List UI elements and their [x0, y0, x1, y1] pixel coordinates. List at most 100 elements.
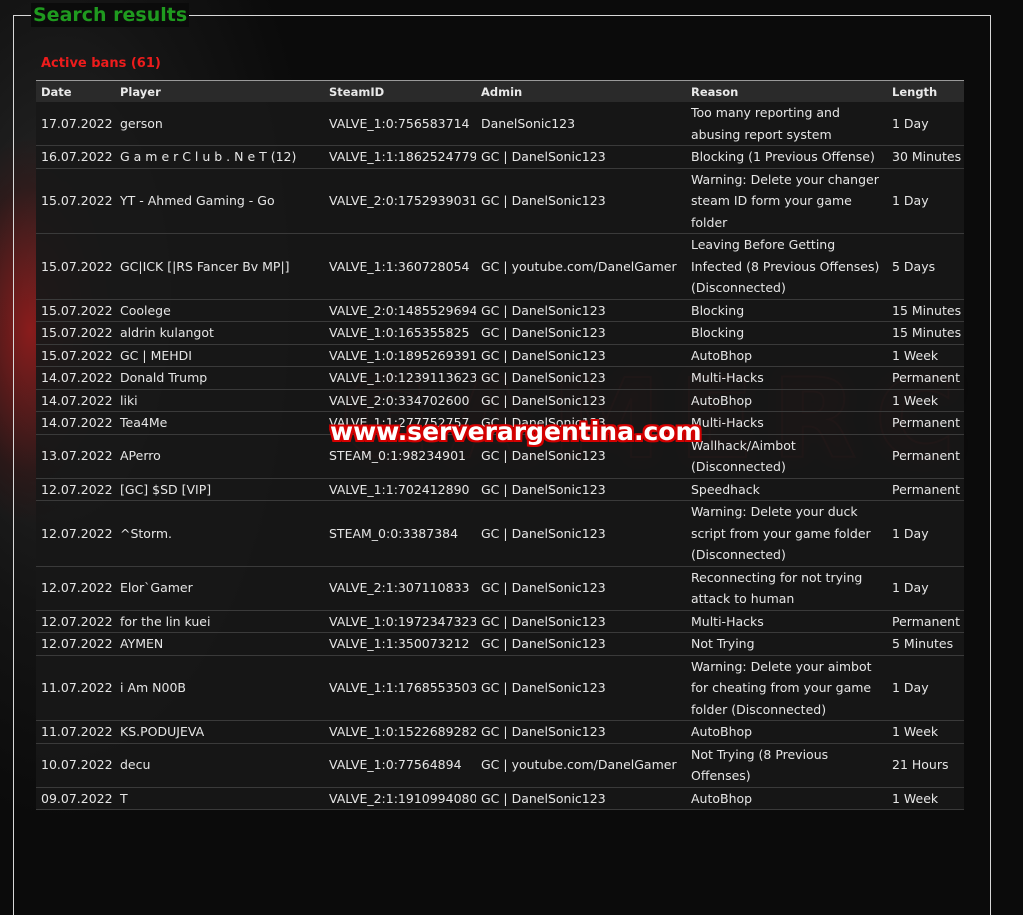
cell-date: 14.07.2022	[41, 370, 113, 385]
cell-steamid: VALVE_2:1:1910994080	[329, 790, 476, 806]
cell-steamid: STEAM_0:0:3387384	[329, 525, 459, 541]
cell-admin: GC | DanelSonic123	[481, 580, 606, 596]
cell-length: 1 Day	[892, 525, 929, 541]
table-row[interactable]: 12.07.2022 Elor`Gamer VALVE_2:1:307110833 G…	[36, 566, 964, 610]
table-row[interactable]: 17.07.2022 gerson VALVE_1:0:756583714 Danel…	[36, 102, 964, 146]
table-row[interactable]: 12.07.2022 for the lin kuei VALVE_1:0:1972…	[36, 610, 964, 633]
cell-date: 15.07.2022	[41, 347, 113, 363]
table-row[interactable]: 15.07.2022 Coolege VALVE_2:0:1485529694 GC …	[36, 299, 964, 322]
column-header-length[interactable]: Length	[887, 81, 964, 103]
cell-length: 5 Days	[892, 258, 936, 274]
cell-admin: GC | DanelSonic123	[481, 302, 606, 318]
cell-player: T	[120, 790, 128, 806]
cell-reason: Blocking	[691, 302, 745, 318]
cell-length: Permanent	[892, 448, 960, 464]
table-row[interactable]: 11.07.2022 i Am N00B VALVE_1:1:1768553503 G…	[36, 655, 964, 721]
cell-steamid: STEAM_0:1:98234901	[329, 448, 467, 464]
cell-steamid: VALVE_1:0:756583714	[329, 115, 470, 131]
cell-player: Elor`Gamer	[120, 580, 193, 596]
table-row[interactable]: 14.07.2022 Donald Trump VALVE_1:0:12391136…	[36, 366, 964, 389]
cell-reason: AutoBhop	[691, 790, 753, 806]
cell-player: gerson	[120, 115, 163, 131]
cell-length: 15 Minutes	[892, 325, 962, 340]
cell-length: 30 Minutes	[892, 149, 962, 164]
table-row[interactable]: 15.07.2022 GC|ICK [|RS Fancer Bv MP|] VALV…	[36, 233, 964, 299]
cell-reason: Blocking (1 Previous Offense)	[691, 149, 875, 164]
table-row[interactable]: 09.07.2022 T VALVE_2:1:1910994080 GC | Dane…	[36, 787, 964, 810]
cell-admin: GC | youtube.com/DanelGamer	[481, 258, 677, 274]
cell-length: Permanent	[892, 481, 960, 497]
cell-admin: GC | DanelSonic123	[481, 392, 606, 408]
cell-admin: GC | DanelSonic123	[481, 149, 606, 164]
table-row[interactable]: 12.07.2022 ^Storm. STEAM_0:0:3387384 GC | D…	[36, 500, 964, 566]
cell-reason: Speedhack	[691, 481, 760, 497]
cell-reason: Multi-Hacks	[691, 415, 764, 430]
cell-date: 15.07.2022	[41, 193, 113, 208]
cell-player: Coolege	[120, 302, 171, 318]
cell-steamid: VALVE_1:1:360728054	[329, 258, 470, 274]
cell-admin: GC | DanelSonic123	[481, 415, 606, 430]
cell-steamid: VALVE_1:0:165355825	[329, 325, 470, 340]
cell-steamid: VALVE_1:0:1972347323	[329, 613, 476, 629]
cell-date: 10.07.2022	[41, 757, 113, 773]
cell-steamid: VALVE_1:1:1862524779	[329, 149, 476, 164]
cell-player: GC | MEHDI	[120, 347, 192, 363]
cell-admin: GC | DanelSonic123	[481, 613, 606, 629]
cell-steamid: VALVE_1:1:350073212	[329, 636, 470, 651]
column-header-admin[interactable]: Admin	[476, 81, 686, 103]
table-row[interactable]: 14.07.2022 Tea4Me VALVE_1:1:277752757 GC | …	[36, 411, 964, 434]
cell-date: 11.07.2022	[41, 680, 113, 695]
table-header-row: Date Player SteamID Admin Reason Length	[36, 80, 964, 103]
cell-player: Tea4Me	[120, 415, 168, 430]
page: GAMERC Search results Active bans (61) D…	[0, 0, 1023, 915]
column-header-player[interactable]: Player	[115, 81, 324, 103]
cell-date: 11.07.2022	[41, 724, 113, 739]
table-row[interactable]: 15.07.2022 aldrin kulangot VALVE_1:0:16535…	[36, 321, 964, 344]
table-row[interactable]: 15.07.2022 GC | MEHDI VALVE_1:0:1895269391…	[36, 344, 964, 367]
cell-date: 12.07.2022	[41, 525, 113, 541]
cell-admin: GC | DanelSonic123	[481, 636, 606, 651]
cell-player: i Am N00B	[120, 680, 186, 695]
column-header-date[interactable]: Date	[36, 81, 115, 103]
cell-date: 16.07.2022	[41, 149, 113, 164]
cell-steamid: VALVE_1:1:1768553503	[329, 680, 476, 695]
cell-reason: Reconnecting for not trying attack to hu…	[691, 569, 863, 607]
cell-player: KS.PODUJEVA	[120, 724, 205, 739]
cell-reason: Blocking	[691, 325, 745, 340]
cell-date: 14.07.2022	[41, 415, 113, 430]
cell-date: 12.07.2022	[41, 636, 113, 651]
table-row[interactable]: 15.07.2022 YT - Ahmed Gaming - Go VALVE_2:…	[36, 168, 964, 234]
cell-player: G a m e r C l u b . N e T (12)	[120, 149, 297, 164]
cell-length: 1 Week	[892, 790, 939, 806]
cell-steamid: VALVE_2:0:334702600	[329, 392, 470, 408]
table-row[interactable]: 12.07.2022 [GC] $SD [VIP] VALVE_1:1:702412…	[36, 478, 964, 501]
cell-date: 15.07.2022	[41, 325, 113, 340]
cell-reason: AutoBhop	[691, 392, 753, 408]
table-row[interactable]: 13.07.2022 APerro STEAM_0:1:98234901 GC | D…	[36, 434, 964, 478]
cell-steamid: VALVE_1:0:77564894	[329, 757, 462, 773]
cell-length: Permanent	[892, 415, 960, 430]
cell-date: 15.07.2022	[41, 302, 113, 318]
table-row[interactable]: 14.07.2022 liki VALVE_2:0:334702600 GC | Da…	[36, 389, 964, 412]
cell-steamid: VALVE_1:1:702412890	[329, 481, 470, 497]
cell-length: 15 Minutes	[892, 302, 962, 318]
cell-date: 13.07.2022	[41, 448, 113, 464]
table-row[interactable]: 12.07.2022 AYMEN VALVE_1:1:350073212 GC | D…	[36, 632, 964, 655]
table-row[interactable]: 10.07.2022 decu VALVE_1:0:77564894 GC | you…	[36, 743, 964, 787]
bans-table: Date Player SteamID Admin Reason Length …	[36, 80, 964, 810]
cell-steamid: VALVE_2:0:1752939031	[329, 193, 476, 208]
table-row[interactable]: 16.07.2022 G a m e r C l u b . N e T (12)…	[36, 145, 964, 168]
cell-length: 1 Day	[892, 680, 929, 695]
table-row[interactable]: 11.07.2022 KS.PODUJEVA VALVE_1:0:152268928…	[36, 720, 964, 743]
cell-date: 12.07.2022	[41, 613, 113, 629]
cell-admin: GC | youtube.com/DanelGamer	[481, 757, 677, 773]
column-header-reason[interactable]: Reason	[686, 81, 887, 103]
cell-admin: GC | DanelSonic123	[481, 481, 606, 497]
cell-admin: GC | DanelSonic123	[481, 525, 606, 541]
cell-reason: Wallhack/Aimbot (Disconnected)	[691, 437, 796, 475]
column-header-steamid[interactable]: SteamID	[324, 81, 476, 103]
cell-player: [GC] $SD [VIP]	[120, 481, 212, 497]
cell-steamid: VALVE_1:0:1522689282	[329, 724, 476, 739]
cell-admin: GC | DanelSonic123	[481, 724, 606, 739]
cell-date: 12.07.2022	[41, 481, 113, 497]
